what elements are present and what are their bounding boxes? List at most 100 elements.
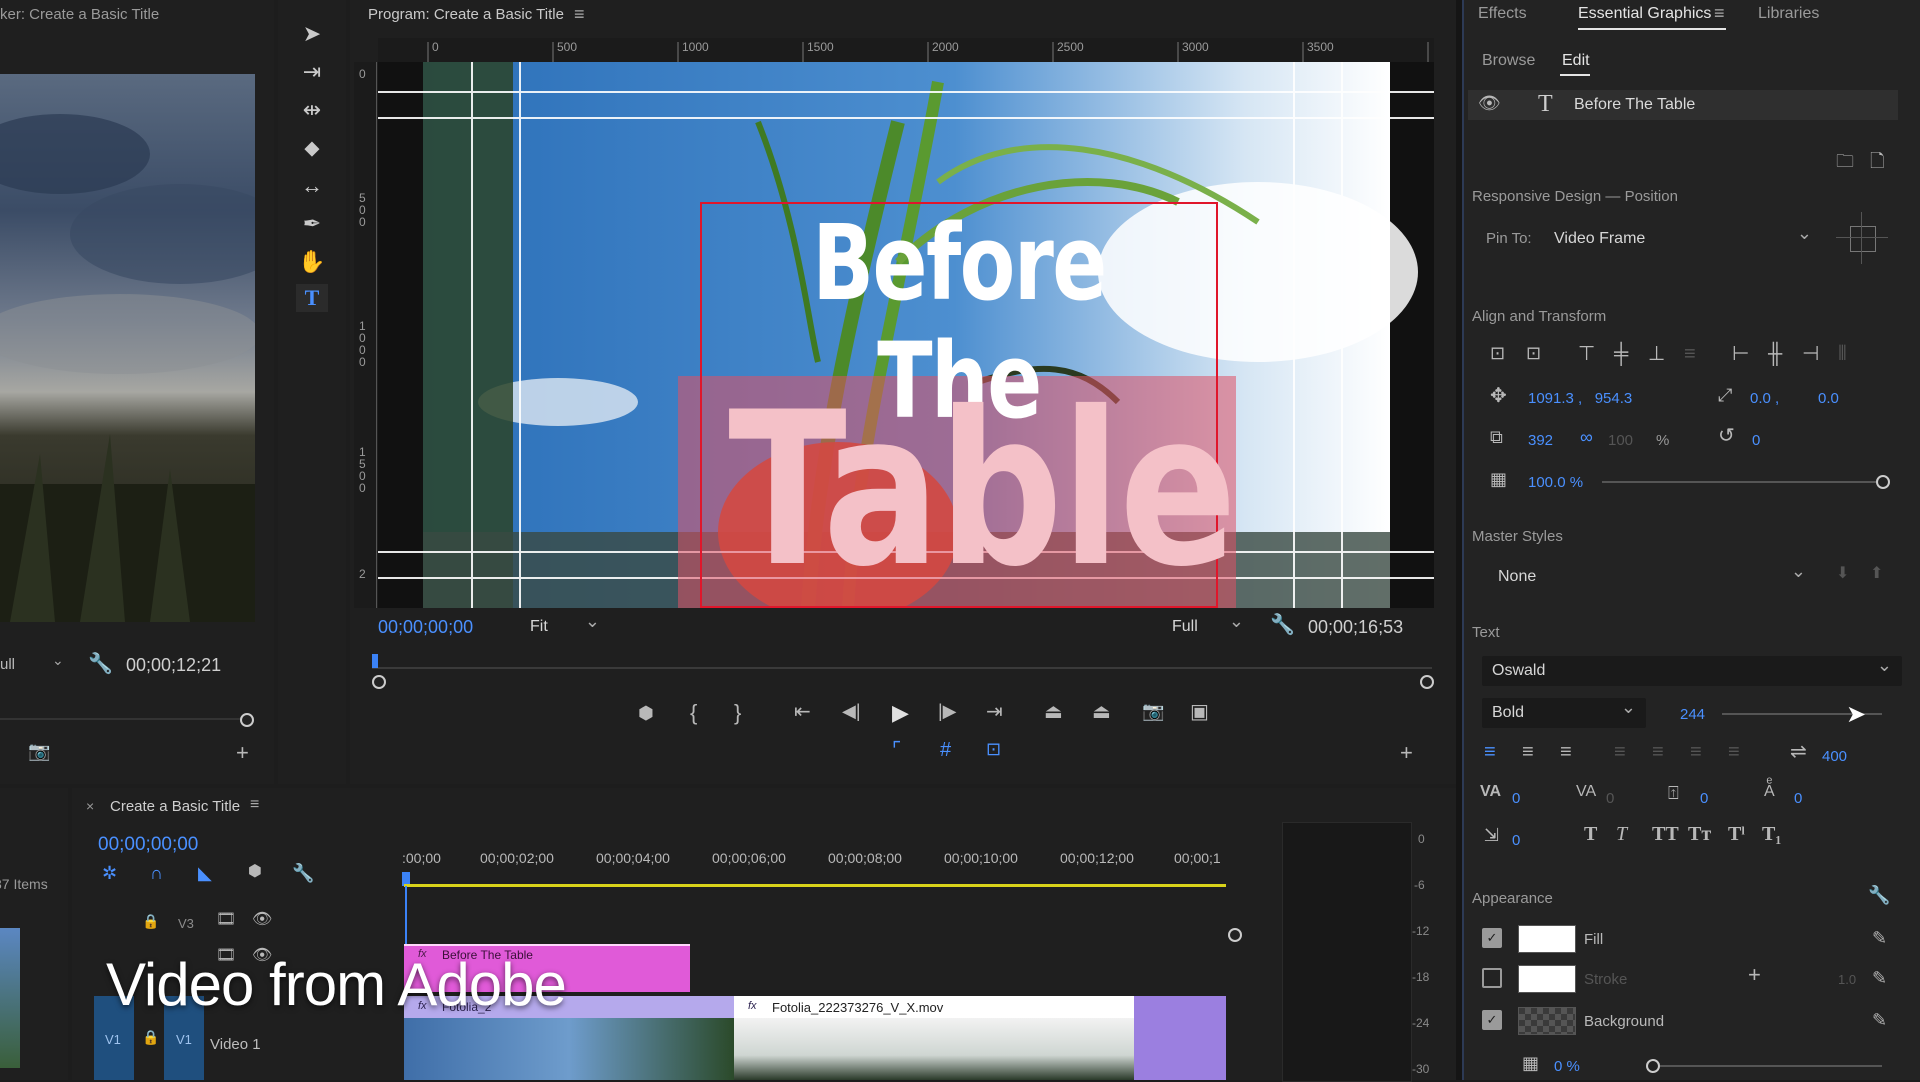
align-text-right-icon[interactable]: ≡: [1560, 742, 1572, 762]
lock-icon[interactable]: 🔒: [142, 1030, 159, 1044]
snap-icon[interactable]: ✲: [102, 864, 117, 882]
slip-tool-icon[interactable]: ↔: [296, 172, 328, 200]
stroke-checkbox[interactable]: [1482, 968, 1502, 988]
stroke-eyedropper-icon[interactable]: ✎: [1872, 968, 1887, 989]
baseline-value[interactable]: 0: [1700, 790, 1708, 807]
constrain-proportions-link-icon[interactable]: ∞: [1580, 428, 1593, 446]
faux-italic-icon[interactable]: T: [1616, 824, 1627, 844]
work-area-bar[interactable]: [404, 884, 1226, 887]
step-back-icon[interactable]: ◀|: [842, 702, 861, 720]
source-quality[interactable]: ull: [0, 656, 15, 673]
kerning-value[interactable]: 0: [1512, 790, 1520, 807]
subtab-browse[interactable]: Browse: [1482, 52, 1535, 70]
source-add-button[interactable]: +: [236, 742, 249, 764]
new-folder-icon[interactable]: 🗀: [1836, 152, 1854, 170]
opacity-slider-knob[interactable]: [1876, 475, 1890, 489]
essential-graphics-menu-icon[interactable]: ≡: [1714, 3, 1725, 24]
source-scrub-bar[interactable]: [0, 718, 240, 720]
timeline-marker-icon[interactable]: ⬢: [248, 864, 262, 880]
tab-essential-graphics[interactable]: Essential Graphics: [1578, 5, 1711, 23]
align-top-icon[interactable]: ⊤: [1578, 344, 1595, 364]
align-text-left-icon[interactable]: ≡: [1484, 742, 1496, 762]
grid-icon[interactable]: #: [940, 740, 951, 760]
push-to-style-icon[interactable]: ⬇: [1836, 566, 1849, 582]
program-fit-dropdown[interactable]: Fit: [520, 606, 610, 642]
align-to-video-frame-icon[interactable]: ⊡: [1490, 344, 1505, 362]
position-value[interactable]: 1091.3 , 954.3: [1528, 390, 1632, 407]
fill-color-swatch[interactable]: [1518, 925, 1576, 953]
program-current-timecode[interactable]: 00;00;00;00: [378, 617, 473, 638]
timeline-menu-icon[interactable]: ≡: [250, 796, 259, 814]
source-quality-chevron-icon[interactable]: ⌄: [52, 652, 64, 669]
program-video-frame[interactable]: Before The Table: [378, 62, 1434, 608]
pen-tool-icon[interactable]: ✒: [296, 210, 328, 238]
razor-tool-icon[interactable]: ⬥: [296, 134, 328, 162]
font-size-value[interactable]: 244: [1680, 706, 1705, 723]
align-text-center-icon[interactable]: ≡: [1522, 742, 1534, 762]
justify-left-icon[interactable]: ≡: [1614, 742, 1626, 762]
timeline-tab-title[interactable]: Create a Basic Title: [110, 798, 240, 815]
timeline-vertical-scroll[interactable]: [1228, 928, 1242, 942]
track-select-tool-icon[interactable]: ⇥: [296, 58, 328, 86]
leading-value[interactable]: 400: [1822, 748, 1847, 765]
background-opacity-slider-track[interactable]: [1652, 1065, 1882, 1067]
align-vertical-center-icon[interactable]: ╪: [1614, 344, 1628, 364]
export-frame-icon[interactable]: 📷: [1142, 702, 1164, 720]
background-opacity-value[interactable]: 0 %: [1554, 1058, 1580, 1075]
tab-libraries[interactable]: Libraries: [1758, 5, 1819, 23]
clip-fotolia-second[interactable]: fx Fotolia_222373276_V_X.mov: [734, 996, 1226, 1080]
type-tool-icon[interactable]: T: [296, 284, 328, 312]
comparison-view-icon[interactable]: ▣: [1190, 702, 1209, 722]
guides-icon[interactable]: ⊡: [986, 740, 1001, 758]
superscript-icon[interactable]: Tˡ: [1728, 824, 1745, 844]
subtab-edit[interactable]: Edit: [1562, 52, 1590, 70]
program-menu-icon[interactable]: ≡: [574, 4, 585, 25]
subscript-icon[interactable]: T₁: [1762, 824, 1781, 844]
program-monitor-title[interactable]: Program: Create a Basic Title: [368, 6, 564, 23]
timeline-settings-wrench-icon[interactable]: 🔧: [292, 864, 314, 882]
stroke-color-swatch[interactable]: [1518, 965, 1576, 993]
program-zoom-end[interactable]: [1420, 675, 1434, 689]
scale-value[interactable]: 392: [1528, 432, 1553, 449]
program-zoom-start[interactable]: [372, 675, 386, 689]
background-checkbox[interactable]: ✓: [1482, 1010, 1502, 1030]
program-quality-dropdown[interactable]: Full: [1162, 606, 1254, 642]
go-to-in-icon[interactable]: ⇤: [794, 702, 811, 722]
pin-edges-widget[interactable]: [1836, 212, 1888, 264]
opacity-value[interactable]: 100.0 %: [1528, 474, 1583, 491]
distribute-vertical-icon[interactable]: ≡: [1684, 344, 1696, 364]
indent-value[interactable]: 0: [1512, 832, 1520, 849]
background-eyedropper-icon[interactable]: ✎: [1872, 1010, 1887, 1031]
program-playhead[interactable]: [372, 654, 378, 668]
add-marker-timeline-icon[interactable]: ◣: [198, 864, 212, 882]
master-styles-dropdown[interactable]: None: [1488, 556, 1816, 592]
add-marker-icon[interactable]: ⬢: [638, 704, 654, 722]
fill-checkbox[interactable]: ✓: [1482, 928, 1502, 948]
faux-bold-icon[interactable]: T: [1584, 824, 1597, 844]
tab-effects[interactable]: Effects: [1478, 5, 1527, 23]
justify-center-icon[interactable]: ≡: [1652, 742, 1664, 762]
selection-tool-icon[interactable]: ➤: [296, 20, 328, 48]
tsume-value[interactable]: 0: [1794, 790, 1802, 807]
step-forward-icon[interactable]: |▶: [938, 702, 957, 720]
anchor-y-value[interactable]: 0.0: [1818, 390, 1839, 407]
program-scrub-ruler[interactable]: [372, 652, 1432, 678]
mark-out-icon[interactable]: }: [734, 702, 741, 724]
camera-icon[interactable]: 📷: [28, 742, 50, 760]
play-icon[interactable]: ▶: [892, 702, 909, 724]
film-icon[interactable]: 🎞: [216, 912, 236, 928]
source-settings-wrench-icon[interactable]: 🔧: [88, 654, 113, 674]
align-to-selection-icon[interactable]: ⊡: [1526, 344, 1541, 362]
go-to-out-icon[interactable]: ⇥: [986, 702, 1003, 722]
stroke-width-value[interactable]: 1.0: [1838, 972, 1856, 987]
align-bottom-icon[interactable]: ⊥: [1648, 344, 1665, 364]
source-scrub-end[interactable]: [240, 713, 254, 727]
timeline-timecode[interactable]: 00;00;00;00: [98, 834, 198, 856]
align-right-icon[interactable]: ⊣: [1802, 344, 1819, 364]
align-horizontal-center-icon[interactable]: ╫: [1768, 344, 1782, 364]
layer-visibility-eye-icon[interactable]: 👁: [1478, 94, 1501, 112]
opacity-slider-track[interactable]: [1602, 481, 1882, 483]
justify-all-icon[interactable]: ≡: [1728, 742, 1740, 762]
justify-right-icon[interactable]: ≡: [1690, 742, 1702, 762]
all-caps-icon[interactable]: TT: [1652, 824, 1679, 844]
